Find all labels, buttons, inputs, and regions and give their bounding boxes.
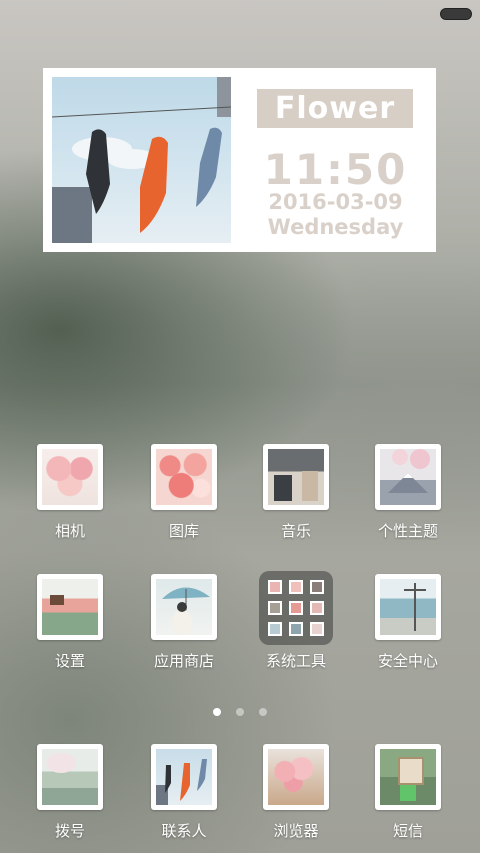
koi-flags-photo	[52, 77, 231, 243]
app-label: 系统工具	[265, 652, 326, 670]
status-bar	[0, 0, 480, 28]
page-dot[interactable]	[236, 708, 244, 716]
app-label: 联系人	[161, 822, 207, 840]
umbrella-girl-photo-icon	[151, 574, 217, 640]
cherry-tree-photo-icon	[37, 744, 103, 810]
pink-flowers-photo-icon	[37, 444, 103, 510]
app-label: 安全中心	[377, 652, 438, 670]
mount-fuji-photo-icon	[375, 444, 441, 510]
page-dot[interactable]	[212, 708, 221, 716]
koi-flags-photo-icon	[151, 744, 217, 810]
widget-brand: Flower	[257, 89, 413, 128]
flower-basket-photo-icon	[263, 744, 329, 810]
flower-field-photo-icon	[37, 574, 103, 640]
app-label: 短信	[392, 822, 423, 840]
battery-icon	[440, 8, 472, 20]
app-label: 拨号	[54, 822, 85, 840]
page-dot[interactable]	[259, 708, 268, 716]
clock-date: 2016-03-09	[268, 190, 403, 214]
clock-day: Wednesday	[267, 215, 404, 239]
page-indicator[interactable]	[0, 701, 480, 720]
seaside-pole-photo-icon	[375, 574, 441, 640]
app-label: 个性主题	[377, 522, 438, 540]
app-label: 设置	[54, 652, 85, 670]
app-label: 浏览器	[273, 822, 319, 840]
signboard-photo-icon	[375, 744, 441, 810]
street-shop-photo-icon	[263, 444, 329, 510]
app-label: 音乐	[280, 522, 311, 540]
app-label: 相机	[54, 522, 85, 540]
folder-icon	[259, 571, 333, 645]
rose-bouquet-photo-icon	[151, 444, 217, 510]
clock-time: 11:50	[263, 145, 408, 194]
app-label: 图库	[168, 522, 199, 540]
clock-widget[interactable]: Flower 11:50 2016-03-09 Wednesday	[43, 68, 436, 252]
app-label: 应用商店	[153, 652, 214, 670]
